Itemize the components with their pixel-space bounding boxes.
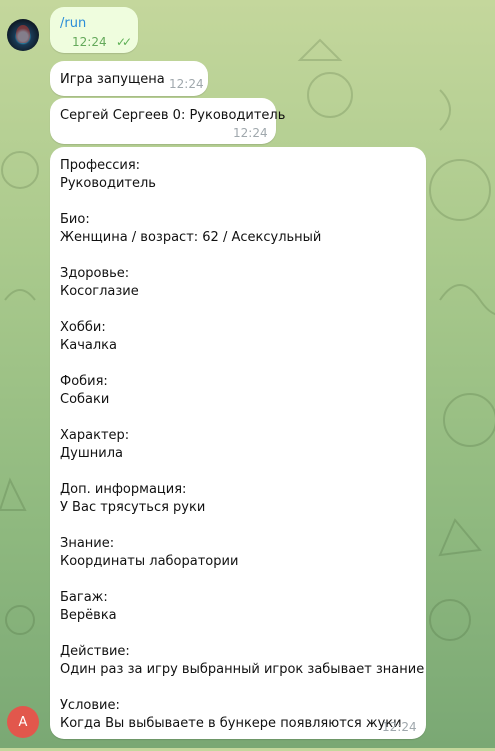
message-time: 12:24 <box>169 77 204 91</box>
message-time: 12:24 <box>382 720 417 734</box>
field-label: Здоровье: <box>60 266 130 281</box>
read-checkmarks-icon: ✓✓ <box>116 35 132 49</box>
field-character: Характер: Душнила <box>60 427 424 481</box>
field-value: Качалка <box>60 338 117 353</box>
field-label: Хобби: <box>60 320 106 335</box>
field-value: Координаты лаборатории <box>60 554 239 569</box>
bot-avatar[interactable]: A <box>7 706 39 738</box>
field-value: Женщина / возраст: 62 / Асексульный <box>60 230 322 245</box>
field-value: Верёвка <box>60 608 117 623</box>
field-label: Био: <box>60 212 90 227</box>
field-extra-info: Доп. информация: У Вас трясуться руки <box>60 481 424 535</box>
field-baggage: Багаж: Верёвка <box>60 589 424 643</box>
field-value: У Вас трясуться руки <box>60 500 206 515</box>
user-avatar[interactable] <box>7 19 39 51</box>
field-value: Собаки <box>60 392 110 407</box>
field-value: Когда Вы выбываете в бункере появляются … <box>60 716 402 731</box>
message-run-command[interactable]: /run 12:24 ✓✓ <box>50 7 138 53</box>
field-action: Действие: Один раз за игру выбранный игр… <box>60 643 424 697</box>
field-hobby: Хобби: Качалка <box>60 319 424 373</box>
field-label: Профессия: <box>60 158 141 173</box>
character-fields: Профессия: Руководитель Био: Женщина / в… <box>60 157 424 751</box>
field-label: Знание: <box>60 536 115 551</box>
field-value: Душнила <box>60 446 123 461</box>
field-label: Характер: <box>60 428 130 443</box>
message-text: Сергей Сергеев 0: Руководитель <box>60 108 286 123</box>
message-time: 12:24 <box>72 35 107 49</box>
message-text: Игра запущена <box>60 72 165 87</box>
field-health: Здоровье: Косоглазие <box>60 265 424 319</box>
field-value: Косоглазие <box>60 284 139 299</box>
field-label: Действие: <box>60 644 130 659</box>
field-phobia: Фобия: Собаки <box>60 373 424 427</box>
field-label: Условие: <box>60 698 120 713</box>
field-profession: Профессия: Руководитель <box>60 157 424 211</box>
field-bio: Био: Женщина / возраст: 62 / Асексульный <box>60 211 424 265</box>
command-link[interactable]: /run <box>60 16 86 31</box>
message-game-started[interactable]: Игра запущена 12:24 <box>50 61 208 96</box>
field-label: Фобия: <box>60 374 108 389</box>
field-value: Один раз за игру выбранный игрок забывае… <box>60 662 425 677</box>
field-knowledge: Знание: Координаты лаборатории <box>60 535 424 589</box>
message-time: 12:24 <box>233 126 268 140</box>
message-character-card[interactable]: Профессия: Руководитель Био: Женщина / в… <box>50 147 426 739</box>
field-condition: Условие: Когда Вы выбываете в бункере по… <box>60 697 424 751</box>
field-label: Доп. информация: <box>60 482 187 497</box>
field-value: Руководитель <box>60 176 156 191</box>
message-player-role[interactable]: Сергей Сергеев 0: Руководитель 12:24 <box>50 98 285 144</box>
field-label: Багаж: <box>60 590 108 605</box>
